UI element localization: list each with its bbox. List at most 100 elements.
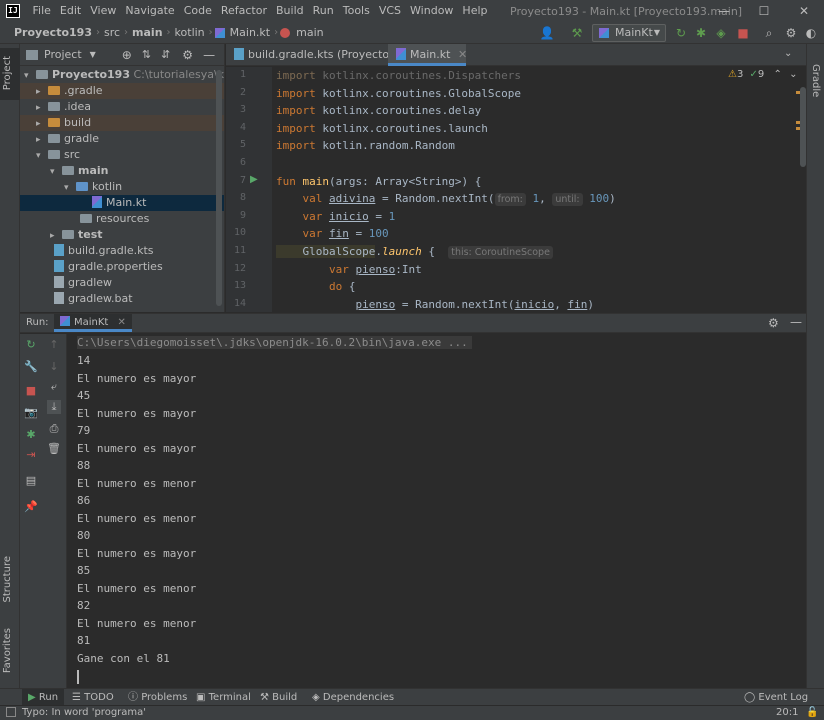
status-message[interactable]: Typo: In word 'programa' — [22, 706, 146, 720]
close-button[interactable]: ✕ — [784, 0, 824, 22]
tab-main-kt[interactable]: Main.kt ✕ — [388, 44, 467, 66]
run-tool-button[interactable]: ▶ Run — [22, 689, 65, 706]
hide-panel-icon[interactable]: — — [790, 315, 802, 329]
tree-item-gradle-properties[interactable]: gradle.properties — [20, 259, 224, 275]
tree-item-gradle-dir[interactable]: ▸ .gradle — [20, 83, 224, 99]
dropdown-arrow-icon[interactable]: ▼ — [90, 50, 96, 59]
debug-icon[interactable]: ✱ — [24, 428, 38, 442]
search-icon[interactable]: ⌕ — [762, 25, 776, 41]
dependencies-tool-button[interactable]: ◈ Dependencies — [312, 689, 394, 706]
coverage-icon[interactable]: ◈ — [714, 25, 728, 41]
close-tab-icon[interactable]: ✕ — [458, 48, 467, 61]
tree-item-build-gradle-kts[interactable]: build.gradle.kts — [20, 243, 224, 259]
camera-icon[interactable]: 📷 — [24, 406, 38, 420]
settings-gear-icon[interactable]: ⚙ — [768, 316, 779, 330]
build-tool-button[interactable]: ⚒ Build — [260, 689, 297, 706]
settings-gear-icon[interactable]: ⚙ — [182, 48, 193, 62]
menu-build[interactable]: Build — [272, 0, 309, 22]
breadcrumb-project[interactable]: Proyecto193 — [12, 26, 94, 39]
arrow-down-icon[interactable]: ↓ — [47, 360, 61, 374]
breadcrumb-src[interactable]: src — [102, 26, 122, 39]
structure-tool-tab[interactable]: Structure — [2, 556, 13, 603]
tree-item-kotlin[interactable]: ▾ kotlin — [20, 179, 224, 195]
tree-item-test[interactable]: ▸ test — [20, 227, 224, 243]
menu-help[interactable]: Help — [458, 0, 492, 22]
tree-item-build[interactable]: ▸ build — [20, 115, 224, 131]
breadcrumb-file[interactable]: Main.kt — [228, 26, 272, 39]
inspection-widget[interactable]: ⚠3 ✓9 ⌃ ⌄ — [728, 69, 797, 80]
menu-file[interactable]: File — [28, 0, 55, 22]
maximize-button[interactable]: ☐ — [744, 0, 784, 22]
event-log-button[interactable]: ◯ Event Log — [744, 689, 808, 706]
menu-code[interactable]: Code — [179, 0, 216, 22]
run-tab-mainkt[interactable]: MainKt ✕ — [54, 314, 132, 332]
tabs-dropdown-icon[interactable]: ⌄ — [784, 48, 792, 59]
minimize-button[interactable]: — — [704, 0, 744, 22]
chevron-down-icon[interactable]: ⌄ — [789, 69, 797, 80]
tree-item-label: build — [64, 116, 92, 129]
tree-item-gradlew-bat[interactable]: gradlew.bat — [20, 291, 224, 307]
caret-position[interactable]: 20:1 — [776, 706, 798, 720]
soft-wrap-icon[interactable]: ⤶ — [47, 380, 61, 394]
lock-icon[interactable]: 🔓 — [806, 706, 818, 720]
wrench-icon[interactable]: 🔧 — [24, 360, 38, 374]
stop-icon[interactable]: ■ — [24, 384, 38, 398]
breadcrumb-main[interactable]: main — [130, 26, 165, 39]
settings-gear-icon[interactable]: ⚙ — [784, 25, 798, 41]
print-icon[interactable]: ⎙ — [47, 422, 61, 436]
problems-tool-button[interactable]: ⓘ Problems — [128, 689, 187, 706]
rerun-icon[interactable]: ↻ — [24, 338, 38, 352]
layout-icon[interactable]: ▤ — [24, 474, 38, 488]
favorites-tool-tab[interactable]: Favorites — [2, 628, 13, 673]
tree-item-main-kt[interactable]: Main.kt — [20, 195, 224, 211]
breadcrumb-kotlin[interactable]: kotlin — [173, 26, 207, 39]
menu-window[interactable]: Window — [406, 0, 458, 22]
tree-item-resources[interactable]: resources — [20, 211, 224, 227]
console-output[interactable]: C:\Users\diegomoisset\.jdks\openjdk-16.0… — [68, 334, 806, 688]
project-tool-tab[interactable]: Project — [0, 48, 20, 100]
chevron-up-icon[interactable]: ⌃ — [773, 69, 781, 80]
menu-navigate[interactable]: Navigate — [121, 0, 179, 22]
arrow-up-icon[interactable]: ↑ — [47, 338, 61, 352]
menu-run[interactable]: Run — [308, 0, 338, 22]
run-gutter-icon[interactable]: ▶ — [250, 174, 258, 185]
menu-edit[interactable]: Edit — [55, 0, 85, 22]
close-tab-icon[interactable]: ✕ — [118, 317, 126, 328]
gradle-tool-tab[interactable]: Gradle — [810, 64, 821, 97]
code-editor[interactable]: import kotlinx.coroutines.Dispatchers im… — [272, 67, 806, 312]
menu-view[interactable]: View — [86, 0, 121, 22]
editor-scrollbar[interactable] — [800, 87, 806, 167]
breadcrumb-function[interactable]: main — [294, 26, 325, 39]
terminal-tool-button[interactable]: ▣ Terminal — [196, 689, 251, 706]
stop-icon[interactable]: ■ — [736, 25, 750, 41]
rerun-icon[interactable]: ↻ — [674, 25, 688, 41]
run-configuration-select[interactable]: MainKt ▼ — [592, 24, 666, 42]
build-hammer-icon[interactable]: ⚒ — [568, 25, 586, 41]
user-icon[interactable]: 👤 — [536, 25, 558, 41]
code-token: import — [276, 69, 323, 82]
project-panel-title[interactable]: Project — [44, 48, 82, 61]
tree-item-idea[interactable]: ▸ .idea — [20, 99, 224, 115]
tree-item-root[interactable]: ▾ Proyecto193 C:\tutorialesya\kotlinya\P — [20, 67, 224, 83]
menu-tools[interactable]: Tools — [338, 0, 374, 22]
tree-item-src[interactable]: ▾ src — [20, 147, 224, 163]
project-scrollbar[interactable] — [216, 70, 222, 306]
debug-icon[interactable]: ✱ — [694, 25, 708, 41]
pin-icon[interactable]: 📌 — [24, 500, 38, 514]
trash-icon[interactable]: 🗑 — [47, 442, 61, 456]
exit-icon[interactable]: ⇥ — [24, 448, 38, 462]
status-toggle-icon[interactable] — [6, 707, 16, 717]
todo-tool-button[interactable]: ☰ TODO — [72, 689, 114, 706]
scroll-to-end-icon[interactable]: ⤓ — [47, 400, 61, 414]
tree-item-main[interactable]: ▾ main — [20, 163, 224, 179]
menu-vcs[interactable]: VCS — [374, 0, 405, 22]
collapse-all-icon[interactable]: ⇅ — [142, 48, 151, 61]
menu-refactor[interactable]: Refactor — [216, 0, 271, 22]
ide-features-icon[interactable]: ◐ — [804, 25, 818, 41]
tab-build-gradle-kts[interactable]: build.gradle.kts (Proyecto193) ✕ — [226, 44, 431, 66]
tree-item-gradlew[interactable]: gradlew — [20, 275, 224, 291]
tree-item-gradle[interactable]: ▸ gradle — [20, 131, 224, 147]
hide-panel-icon[interactable]: — — [203, 48, 215, 62]
expand-all-icon[interactable]: ⇵ — [161, 48, 170, 61]
locate-target-icon[interactable]: ⊕ — [122, 48, 132, 62]
